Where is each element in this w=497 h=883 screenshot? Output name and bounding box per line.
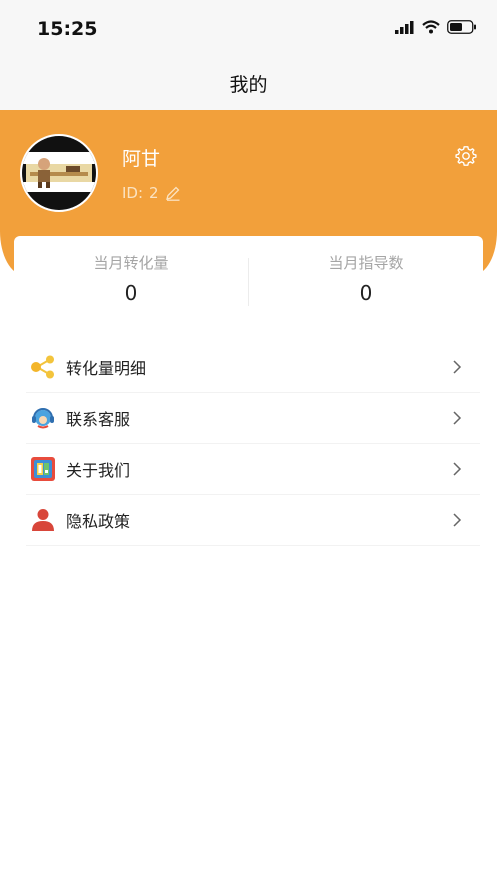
avatar[interactable] xyxy=(20,134,98,212)
stats-card: 当月转化量 0 当月指导数 0 xyxy=(14,236,483,316)
menu-item-label: 联系客服 xyxy=(66,410,131,429)
stat-value: 0 xyxy=(124,281,138,305)
pencil-icon[interactable] xyxy=(165,185,181,201)
status-icons xyxy=(395,20,477,34)
menu-item-customer-service[interactable]: 联系客服 xyxy=(26,393,480,444)
gear-icon xyxy=(455,146,477,166)
nav-bar: 我的 xyxy=(0,60,497,110)
stat-monthly-guidance: 当月指导数 0 xyxy=(249,236,483,316)
menu-item-label: 关于我们 xyxy=(66,461,131,480)
settings-button[interactable] xyxy=(455,145,477,167)
menu-item-about-us[interactable]: 关于我们 xyxy=(26,444,480,495)
chevron-right-icon xyxy=(453,411,462,425)
stat-label: 当月转化量 xyxy=(93,254,169,272)
share-nodes-icon xyxy=(31,355,54,379)
avatar-image xyxy=(22,136,96,210)
page-title: 我的 xyxy=(229,74,268,96)
chevron-right-icon xyxy=(453,513,462,527)
user-id-label: ID: xyxy=(122,184,144,202)
menu-item-label: 隐私政策 xyxy=(66,512,131,531)
person-icon xyxy=(32,509,54,531)
menu-item-label: 转化量明细 xyxy=(66,359,147,378)
username: 阿甘 xyxy=(122,148,161,170)
about-us-icon xyxy=(31,457,55,481)
stat-monthly-conversion: 当月转化量 0 xyxy=(14,236,248,316)
battery-icon xyxy=(447,20,476,34)
user-id: ID: 2 xyxy=(122,184,181,202)
wifi-icon xyxy=(422,20,440,34)
stat-label: 当月指导数 xyxy=(328,254,404,272)
menu-item-conversion-detail[interactable]: 转化量明细 xyxy=(26,342,480,393)
user-id-value: 2 xyxy=(149,184,159,202)
signal-icon xyxy=(395,20,414,34)
menu-item-privacy-policy[interactable]: 隐私政策 xyxy=(26,495,480,546)
chevron-right-icon xyxy=(453,462,462,476)
customer-service-icon xyxy=(32,408,54,429)
menu-list: 转化量明细 联系客服 关于我们 隐私政策 xyxy=(26,342,480,546)
stat-value: 0 xyxy=(359,281,373,305)
status-time: 15:25 xyxy=(37,18,98,40)
status-bar: 15:25 xyxy=(0,0,497,60)
chevron-right-icon xyxy=(453,360,462,374)
